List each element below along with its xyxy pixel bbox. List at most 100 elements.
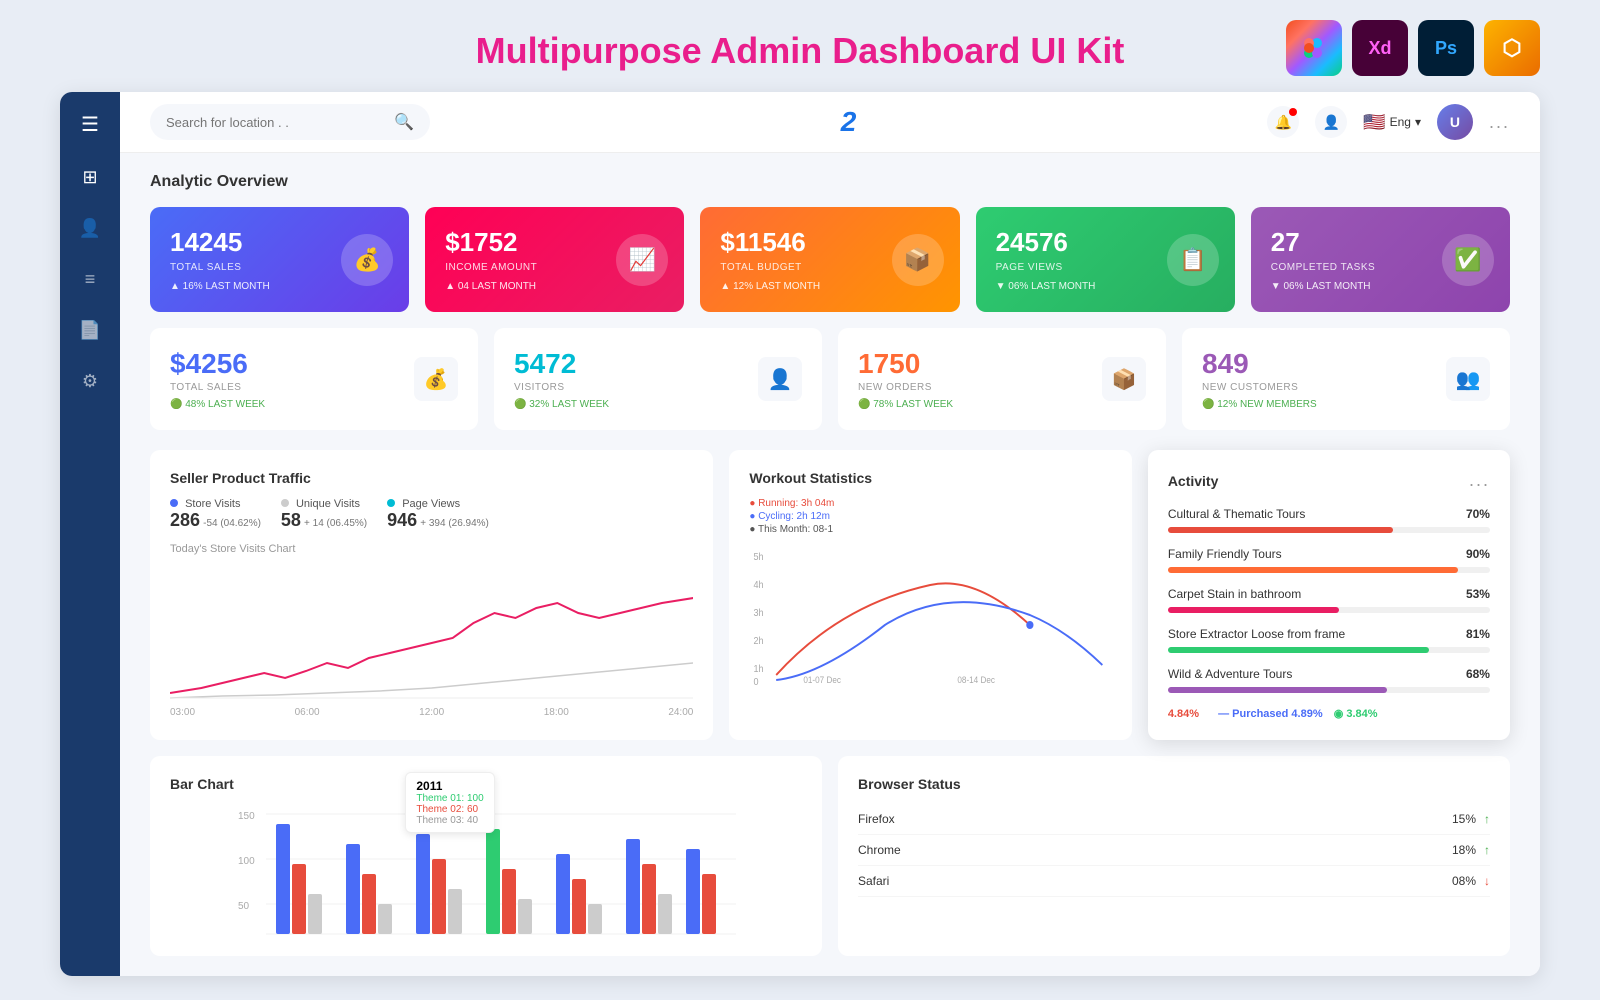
store-visits-change: -54 (04.62%)	[203, 518, 261, 529]
progress-fill-2	[1168, 567, 1458, 573]
title-rest: Admin Dashboard UI Kit	[702, 30, 1125, 71]
svg-text:1h: 1h	[754, 664, 764, 676]
activity-label-2: Family Friendly Tours	[1168, 547, 1282, 561]
page-views-dot	[387, 499, 395, 507]
browser-pct-safari: 08%	[1436, 874, 1476, 888]
progress-fill-4	[1168, 647, 1429, 653]
activity-label-3: Carpet Stain in bathroom	[1168, 587, 1301, 601]
bottom-row-grid: Bar Chart 150 100 50	[150, 756, 1510, 956]
unique-visits-label: Unique Visits	[296, 498, 360, 510]
browser-status-card: Browser Status Firefox 15% ↑ Chrome 18% …	[838, 756, 1510, 956]
user-avatar[interactable]: U	[1437, 104, 1473, 140]
small-stat-value: 1750	[858, 348, 953, 380]
small-stat-footer: 🟢 78% LAST WEEK	[858, 399, 953, 410]
browser-pct-chrome: 18%	[1436, 843, 1476, 857]
browser-chrome: Chrome 18% ↑	[858, 835, 1490, 866]
svg-text:100: 100	[238, 856, 255, 867]
small-stat-value: 849	[1202, 348, 1317, 380]
svg-text:2h: 2h	[754, 636, 764, 648]
browser-status-title: Browser Status	[858, 776, 1490, 792]
traffic-chart-svg	[170, 563, 693, 703]
sidebar-icon-list[interactable]: ≡	[85, 269, 96, 290]
svg-text:01-07 Dec: 01-07 Dec	[804, 675, 842, 685]
small-card-orders: 1750 NEW ORDERS 🟢 78% LAST WEEK 📦	[838, 328, 1166, 430]
small-stat-label: NEW CUSTOMERS	[1202, 382, 1317, 393]
sidebar-icon-dashboard[interactable]: ⊞	[82, 167, 97, 188]
dashboard-wrapper: ☰ ⊞ 👤 ≡ 📄 ⚙ 🔍 2 🔔 👤 🇺🇸 Eng	[60, 92, 1540, 976]
activity-item-3: Carpet Stain in bathroom 53%	[1168, 587, 1490, 613]
bottom-charts-row: Bar Chart 150 100 50	[150, 756, 1510, 956]
chevron-down-icon: ▾	[1415, 115, 1421, 129]
progress-bg-5	[1168, 687, 1490, 693]
small-stat-label: NEW ORDERS	[858, 382, 953, 393]
search-bar[interactable]: 🔍	[150, 104, 430, 140]
bar-chart-card: Bar Chart 150 100 50	[150, 756, 822, 956]
legend-unique-visits: Unique Visits 58 + 14 (06.45%)	[281, 498, 367, 531]
browser-trend-chrome: ↑	[1484, 843, 1490, 857]
more-options[interactable]: ...	[1489, 112, 1510, 133]
user-notification[interactable]: 👤	[1315, 106, 1347, 138]
workout-chart-svg: 5h 4h 3h 2h 1h 0	[749, 545, 1111, 685]
xd-icon: Xd	[1352, 20, 1408, 76]
notification-bell[interactable]: 🔔	[1267, 106, 1299, 138]
sidebar-icon-settings[interactable]: ⚙	[82, 371, 98, 392]
svg-text:50: 50	[238, 901, 250, 912]
chart-subtitle: Today's Store Visits Chart	[170, 543, 693, 555]
stat-icon: 📈	[616, 234, 668, 286]
store-visits-dot	[170, 499, 178, 507]
sidebar-icon-users[interactable]: 👤	[79, 218, 101, 239]
page-views-label: Page Views	[402, 498, 460, 510]
header-actions: 🔔 👤 🇺🇸 Eng ▾ U ...	[1267, 104, 1510, 140]
small-stat-footer: 🟢 48% LAST WEEK	[170, 399, 265, 410]
browser-trend-safari: ↓	[1484, 874, 1490, 888]
small-stat-footer: 🟢 32% LAST WEEK	[514, 399, 609, 410]
search-input[interactable]	[166, 115, 386, 130]
small-stat-label: TOTAL SALES	[170, 382, 265, 393]
charts-full-row: Seller Product Traffic Store Visits 286 …	[150, 450, 1510, 740]
page-views-value: 946	[387, 510, 417, 530]
activity-item-1: Cultural & Thematic Tours 70%	[1168, 507, 1490, 533]
hamburger-menu[interactable]: ☰	[81, 112, 99, 137]
purchased-label: — Purchased 4.89%	[1218, 708, 1323, 720]
svg-text:3h: 3h	[754, 608, 764, 620]
browser-name-chrome: Chrome	[858, 843, 1436, 857]
unique-visits-value: 58	[281, 510, 301, 530]
small-stat-label: VISITORS	[514, 382, 609, 393]
browser-trend-firefox: ↑	[1484, 812, 1490, 826]
small-card-visitors: 5472 VISITORS 🟢 32% LAST WEEK 👤	[494, 328, 822, 430]
top-header: 🔍 2 🔔 👤 🇺🇸 Eng ▾ U ...	[120, 92, 1540, 153]
analytics-area: Analytic Overview 14245 TOTAL SALES ▲ 16…	[120, 153, 1540, 976]
traffic-legend: Store Visits 286 -54 (04.62%) Unique Vis…	[170, 498, 693, 531]
unique-visits-change: + 14 (06.45%)	[304, 518, 367, 529]
browser-pct-firefox: 15%	[1436, 812, 1476, 826]
stat-icon: 📋	[1167, 234, 1219, 286]
stat-pct1: 4.84%	[1168, 708, 1199, 720]
activity-card: Activity ... Cultural & Thematic Tours 7…	[1148, 450, 1510, 740]
branding-area: Multipurpose Admin Dashboard UI Kit Xd P…	[0, 0, 1600, 92]
language-selector[interactable]: 🇺🇸 Eng ▾	[1363, 112, 1421, 133]
activity-header: Activity ...	[1168, 470, 1490, 491]
progress-bg-2	[1168, 567, 1490, 573]
stat-pct3: ◉ 3.84%	[1334, 708, 1378, 720]
activity-item-5: Wild & Adventure Tours 68%	[1168, 667, 1490, 693]
small-stat-footer: 🟢 12% NEW MEMBERS	[1202, 399, 1317, 410]
title-highlight: Multipurpose	[476, 30, 702, 71]
bar-chart-tooltip: 2011 Theme 01: 100 Theme 02: 60 Theme 03…	[405, 772, 494, 833]
activity-pct-1: 70%	[1466, 507, 1490, 521]
x-axis-labels: 03:00 06:00 12:00 18:00 24:00	[170, 707, 693, 718]
activity-more[interactable]: ...	[1469, 470, 1490, 491]
stat-card-tasks: 27 COMPLETED TASKS ▼ 06% LAST MONTH ✅	[1251, 207, 1510, 312]
sidebar-icon-docs[interactable]: 📄	[79, 320, 101, 341]
activity-pct-2: 90%	[1466, 547, 1490, 561]
stat-icon: 💰	[341, 234, 393, 286]
activity-pct-3: 53%	[1466, 587, 1490, 601]
traffic-chart-card: Seller Product Traffic Store Visits 286 …	[150, 450, 713, 740]
progress-fill-5	[1168, 687, 1387, 693]
progress-bg-3	[1168, 607, 1490, 613]
activity-pct-5: 68%	[1466, 667, 1490, 681]
stat-card-income: $1752 INCOME AMOUNT ▲ 04 LAST MONTH 📈	[425, 207, 684, 312]
browser-name-safari: Safari	[858, 874, 1436, 888]
sketch-icon: ⬡	[1484, 20, 1540, 76]
header-logo: 2	[450, 106, 1247, 138]
workout-legend: ● Running: 3h 04m ● Cycling: 2h 12m ● Th…	[749, 498, 834, 537]
